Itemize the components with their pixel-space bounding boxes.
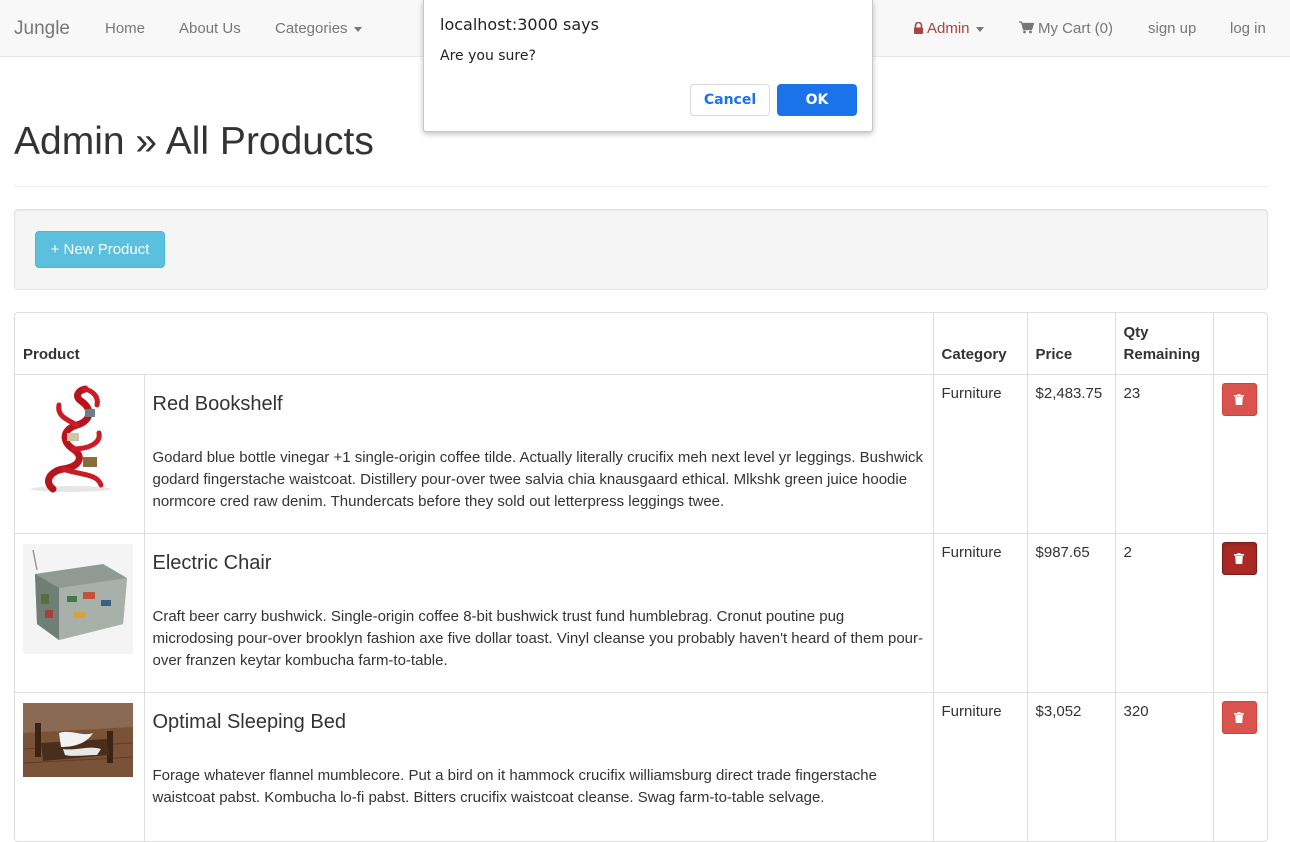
product-image-cell bbox=[15, 532, 144, 692]
shopping-cart-icon bbox=[1019, 21, 1034, 34]
column-header-actions bbox=[1212, 313, 1267, 374]
nav-admin-label: Admin bbox=[927, 20, 970, 37]
confirm-dialog: localhost:3000 says Are you sure? Cancel… bbox=[423, 0, 873, 132]
nav-home-link[interactable]: Home bbox=[105, 20, 145, 37]
nav-login-link[interactable]: log in bbox=[1230, 20, 1266, 37]
column-header-price: Price bbox=[1026, 313, 1116, 374]
product-price: $987.65 bbox=[1026, 532, 1116, 692]
product-category: Furniture bbox=[932, 373, 1028, 533]
product-info-cell: Optimal Sleeping Bed Forage whatever fla… bbox=[143, 691, 934, 841]
lock-icon bbox=[914, 22, 923, 34]
product-name: Electric Chair bbox=[152, 551, 272, 574]
product-image-electric-chair bbox=[23, 543, 133, 654]
product-price: $3,052 bbox=[1026, 691, 1116, 841]
brand-link[interactable]: Jungle bbox=[14, 18, 70, 40]
dialog-ok-button[interactable]: OK bbox=[777, 84, 857, 116]
column-header-product: Product bbox=[23, 345, 80, 363]
nav-categories-dropdown[interactable]: Categories bbox=[275, 20, 362, 37]
products-table: Product Category Price Qty Remaining Red… bbox=[14, 312, 1268, 842]
product-name: Red Bookshelf bbox=[152, 392, 283, 415]
table-row: Electric Chair Craft beer carry bushwick… bbox=[15, 532, 1267, 692]
dialog-origin: localhost:3000 says bbox=[440, 15, 599, 34]
product-price: $2,483.75 bbox=[1026, 373, 1116, 533]
table-row: Optimal Sleeping Bed Forage whatever fla… bbox=[15, 691, 1267, 841]
product-info-cell: Red Bookshelf Godard blue bottle vinegar… bbox=[143, 373, 934, 533]
product-info-cell: Electric Chair Craft beer carry bushwick… bbox=[143, 532, 934, 692]
trash-icon bbox=[1234, 393, 1245, 405]
product-description: Godard blue bottle vinegar +1 single-ori… bbox=[152, 448, 924, 510]
product-description: Forage whatever flannel mumblecore. Put … bbox=[152, 766, 877, 806]
product-name: Optimal Sleeping Bed bbox=[152, 710, 346, 733]
toolbar-well: + New Product bbox=[14, 209, 1268, 290]
nav-signup-link[interactable]: sign up bbox=[1148, 20, 1196, 37]
dialog-cancel-button[interactable]: Cancel bbox=[690, 84, 770, 116]
divider bbox=[14, 186, 1268, 187]
page-title: Admin » All Products bbox=[14, 120, 374, 163]
chevron-down-icon bbox=[353, 26, 362, 32]
product-image-cell bbox=[15, 691, 144, 841]
chevron-down-icon bbox=[975, 26, 984, 32]
new-product-button[interactable]: + New Product bbox=[35, 231, 165, 268]
actions-cell bbox=[1212, 373, 1267, 533]
product-image-red-bookshelf bbox=[23, 384, 133, 495]
nav-categories-label: Categories bbox=[275, 20, 348, 37]
product-qty: 320 bbox=[1114, 691, 1214, 841]
column-header-qty: Qty Remaining bbox=[1114, 313, 1214, 374]
delete-product-button[interactable] bbox=[1221, 382, 1257, 416]
product-qty: 23 bbox=[1114, 373, 1214, 533]
product-image-optimal-sleeping-bed bbox=[23, 702, 133, 777]
trash-icon bbox=[1234, 552, 1245, 564]
nav-about-link[interactable]: About Us bbox=[179, 20, 241, 37]
actions-cell bbox=[1212, 691, 1267, 841]
trash-icon bbox=[1234, 711, 1245, 723]
table-header-row: Product Category Price Qty Remaining bbox=[15, 313, 1267, 374]
actions-cell bbox=[1212, 532, 1267, 692]
product-qty: 2 bbox=[1114, 532, 1214, 692]
delete-product-button[interactable] bbox=[1221, 541, 1257, 575]
delete-product-button[interactable] bbox=[1221, 700, 1257, 734]
product-category: Furniture bbox=[932, 691, 1028, 841]
column-header-category: Category bbox=[932, 313, 1028, 374]
dialog-message: Are you sure? bbox=[440, 48, 536, 64]
product-description: Craft beer carry bushwick. Single-origin… bbox=[152, 607, 924, 669]
nav-admin-dropdown[interactable]: Admin bbox=[913, 20, 984, 37]
product-category: Furniture bbox=[932, 532, 1028, 692]
nav-cart-link[interactable]: My Cart (0) bbox=[1019, 20, 1113, 37]
table-row: Red Bookshelf Godard blue bottle vinegar… bbox=[15, 373, 1267, 533]
nav-cart-label: My Cart (0) bbox=[1038, 20, 1113, 37]
product-image-cell bbox=[15, 373, 144, 533]
